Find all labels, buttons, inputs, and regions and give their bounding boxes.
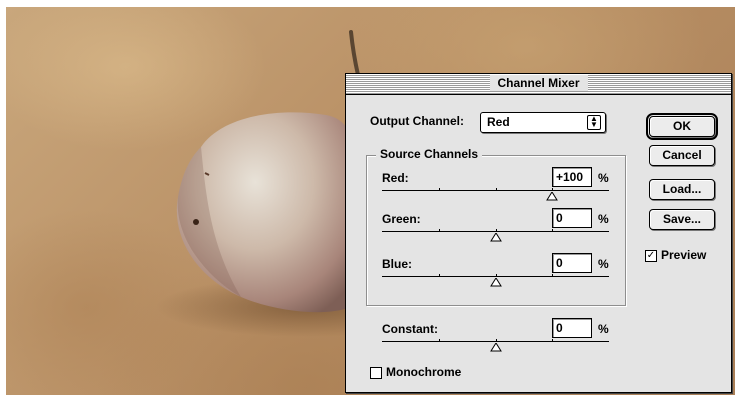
preview-checkbox[interactable]: ✓ <box>645 250 657 262</box>
green-value: 0 <box>556 211 563 225</box>
load-button[interactable]: Load... <box>649 179 715 200</box>
red-slider[interactable] <box>382 188 609 202</box>
constant-label: Constant: <box>382 322 438 336</box>
blue-percent: % <box>598 257 609 271</box>
red-input[interactable]: +100 <box>552 167 592 187</box>
green-input[interactable]: 0 <box>552 208 592 228</box>
slider-tick <box>496 274 497 277</box>
red-percent: % <box>598 171 609 185</box>
slider-tick <box>552 274 553 277</box>
slider-tick <box>552 229 553 232</box>
green-percent: % <box>598 212 609 226</box>
cancel-button[interactable]: Cancel <box>649 145 715 166</box>
ok-button[interactable]: OK <box>646 113 718 140</box>
slider-tick <box>439 274 440 277</box>
slider-tick <box>496 339 497 342</box>
slider-tick <box>439 229 440 232</box>
output-channel-label: Output Channel: <box>370 114 464 128</box>
blue-input[interactable]: 0 <box>552 253 592 273</box>
blue-label: Blue: <box>382 257 412 271</box>
green-label: Green: <box>382 212 421 226</box>
monochrome-label: Monochrome <box>386 365 462 379</box>
output-channel-select[interactable]: Red ▲ ▼ <box>480 112 606 133</box>
save-button[interactable]: Save... <box>649 209 715 230</box>
green-slider[interactable] <box>382 229 609 243</box>
slider-tick <box>439 188 440 191</box>
monochrome-checkbox[interactable] <box>370 367 382 379</box>
triangle-thumb-icon[interactable] <box>490 233 502 242</box>
slider-tick <box>496 229 497 232</box>
preview-label: Preview <box>661 248 707 262</box>
blue-slider[interactable] <box>382 274 609 288</box>
red-value: +100 <box>556 170 584 184</box>
slider-tick <box>496 188 497 191</box>
dialog-title: Channel Mixer <box>489 75 588 91</box>
channel-mixer-dialog: Channel Mixer Output Channel: Red ▲ ▼ Sou… <box>345 73 732 393</box>
constant-slider[interactable] <box>382 339 609 353</box>
blue-value: 0 <box>556 256 563 270</box>
slider-tick <box>552 188 553 191</box>
slider-tick <box>552 339 553 342</box>
slider-tick <box>439 339 440 342</box>
up-down-arrows-icon: ▲ ▼ <box>587 115 601 130</box>
triangle-thumb-icon[interactable] <box>546 192 558 201</box>
triangle-thumb-icon[interactable] <box>490 343 502 352</box>
constant-percent: % <box>598 322 609 336</box>
triangle-thumb-icon[interactable] <box>490 278 502 287</box>
red-label: Red: <box>382 171 409 185</box>
constant-value: 0 <box>556 321 563 335</box>
constant-input[interactable]: 0 <box>552 318 592 338</box>
output-channel-value: Red <box>487 115 510 129</box>
dialog-titlebar[interactable]: Channel Mixer <box>346 74 731 95</box>
source-channels-label: Source Channels <box>376 147 483 161</box>
